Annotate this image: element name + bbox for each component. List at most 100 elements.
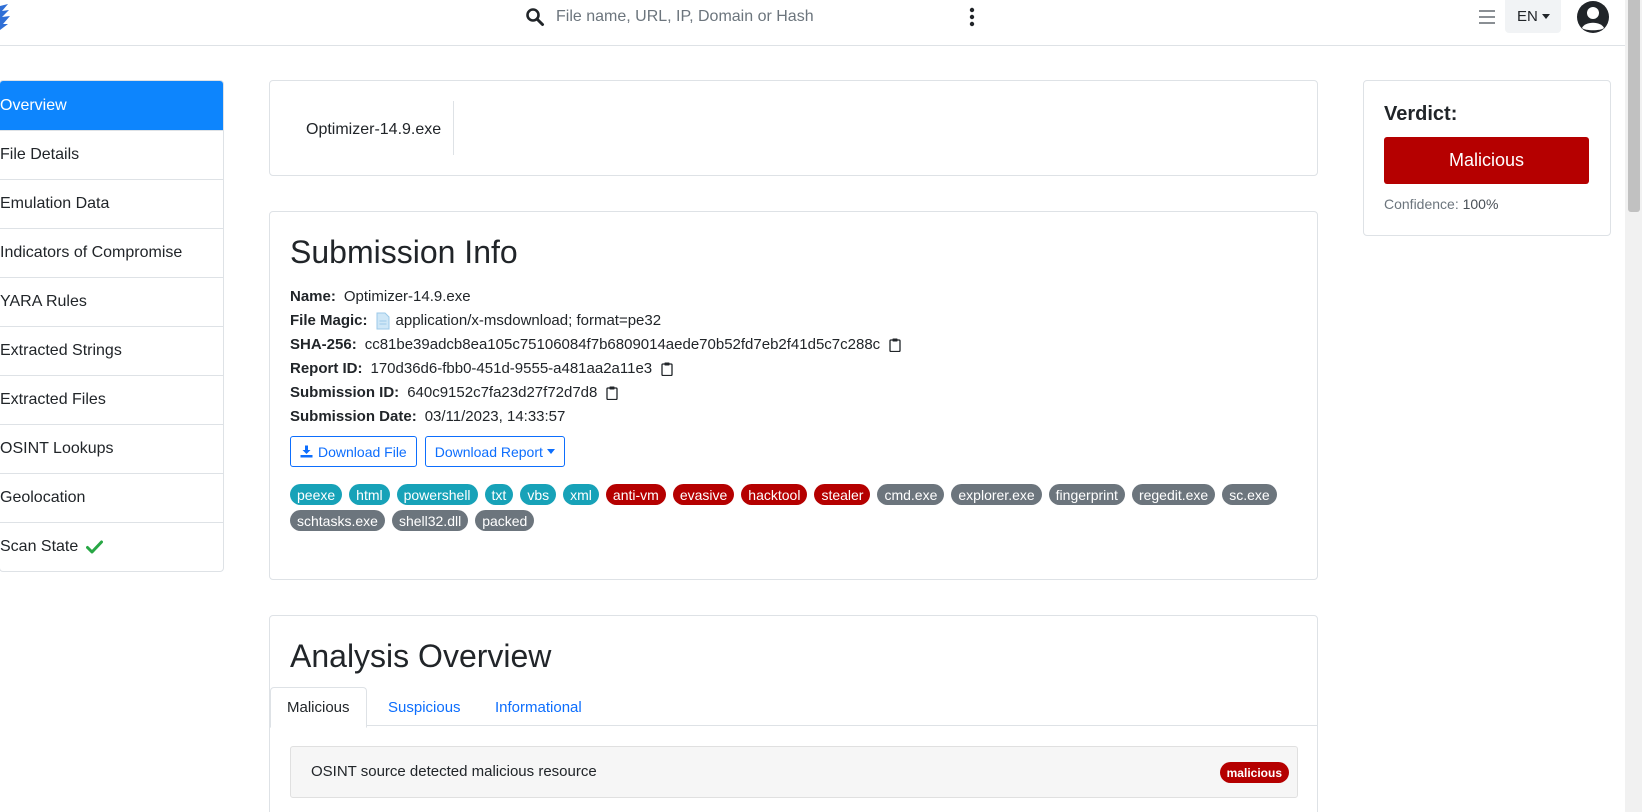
sidebar-item-yara-rules[interactable]: YARA Rules [0,277,223,326]
tag-badge[interactable]: txt [484,484,514,505]
info-key: Submission ID: [290,384,400,401]
top-navbar: EN [0,0,1630,46]
tag-list: peexe html powershell txt vbs xml anti-v… [290,484,1290,531]
download-report-dropdown[interactable]: Download Report [424,436,565,467]
tab-malicious[interactable]: Malicious [270,687,367,728]
info-key: Name: [290,288,336,305]
sidebar-item-label: OSINT Lookups [0,440,114,457]
sidebar-item-extracted-files[interactable]: Extracted Files [0,375,223,424]
sidebar-item-geolocation[interactable]: Geolocation [0,473,223,522]
copy-clipboard-icon[interactable] [606,386,619,400]
tag-badge[interactable]: xml [563,484,599,505]
tag-badge[interactable]: peexe [290,484,343,505]
search-icon[interactable] [525,7,545,27]
info-value: Optimizer-14.9.exe [343,288,471,305]
download-buttons: Download File Download Report [290,436,565,467]
tag-badge[interactable]: shell32.dll [391,510,469,531]
analysis-overview-card: Analysis Overview Malicious Suspicious I… [269,615,1318,812]
sidebar-item-emulation-data[interactable]: Emulation Data [0,179,223,228]
tag-badge[interactable]: sc.exe [1222,484,1277,505]
tag-badge[interactable]: hacktool [741,484,808,505]
verdict-heading: Verdict: [1384,103,1458,125]
info-row-sha256: SHA-256: cc81be39adcb8ea105c75106084f7b6… [290,333,901,357]
list-menu-icon[interactable] [1477,8,1497,26]
sidebar-item-label: Scan State [0,538,79,555]
sidebar-item-overview[interactable]: Overview [0,81,223,130]
language-label: EN [1517,8,1538,25]
info-row-file-magic: File Magic: application/x-msdownload; fo… [290,309,901,333]
sidebar-item-label: Emulation Data [0,195,110,212]
info-value: 03/11/2023, 14:33:57 [424,408,566,425]
more-options-icon[interactable] [966,6,978,28]
info-value: cc81be39adcb8ea105c75106084f7b6809014aed… [364,336,881,353]
sidebar-item-label: Overview [0,96,67,114]
info-row-report-id: Report ID: 170d36d6-fbb0-451d-9555-a481a… [290,357,901,381]
tag-badge[interactable]: cmd.exe [877,484,945,505]
info-value: application/x-msdownload; format=pe32 [395,312,662,329]
tag-badge[interactable]: powershell [396,484,478,505]
finding-text: OSINT source detected malicious resource [311,763,597,780]
confidence-text: Confidence: 100% [1384,196,1498,212]
tag-badge[interactable]: schtasks.exe [290,510,385,531]
chevron-down-icon [546,449,555,454]
sidebar-item-indicators[interactable]: Indicators of Compromise [0,228,223,277]
user-avatar-icon[interactable] [1576,0,1610,34]
file-name-card: Optimizer-14.9.exe [269,80,1318,176]
tag-badge[interactable]: vbs [520,484,557,505]
sidebar-item-file-details[interactable]: File Details [0,130,223,179]
tag-badge[interactable]: evasive [672,484,735,505]
language-dropdown[interactable]: EN [1505,0,1561,33]
logo-icon[interactable] [0,2,12,32]
checkmark-icon [86,540,104,554]
tag-badge[interactable]: anti-vm [605,484,666,505]
tag-badge[interactable]: stealer [814,484,871,505]
info-key: File Magic: [290,312,368,329]
sidebar-item-extracted-strings[interactable]: Extracted Strings [0,326,223,375]
scrollbar-thumb[interactable] [1628,0,1640,212]
sidebar-item-label: Indicators of Compromise [0,244,183,261]
info-value: 170d36d6-fbb0-451d-9555-a481aa2a11e3 [370,360,653,377]
verdict-card: Verdict: Malicious Confidence: 100% [1363,80,1611,236]
tag-badge[interactable]: regedit.exe [1131,484,1216,505]
info-key: SHA-256: [290,336,357,353]
tag-badge[interactable]: fingerprint [1048,484,1125,505]
severity-badge: malicious [1219,762,1289,783]
tag-badge[interactable]: explorer.exe [951,484,1042,505]
confidence-label: Confidence: [1384,196,1459,212]
finding-item[interactable]: OSINT source detected malicious resource… [290,746,1298,798]
sidebar-item-label: Geolocation [0,489,86,506]
info-row-name: Name: Optimizer-14.9.exe [290,285,901,309]
download-file-button[interactable]: Download File [290,436,417,467]
submission-details: Name: Optimizer-14.9.exe File Magic: app… [290,285,901,429]
info-key: Report ID: [290,360,363,377]
sidebar-item-label: File Details [0,146,80,163]
file-name: Optimizer-14.9.exe [306,121,442,138]
sidebar-item-label: Extracted Files [0,391,106,408]
info-row-submission-id: Submission ID: 640c9152c7fa23d27f72d7d8 [290,381,901,405]
section-title: Analysis Overview [290,638,552,674]
verdict-badge: Malicious [1384,137,1589,184]
divider [453,101,454,155]
tab-suspicious[interactable]: Suspicious [372,687,477,728]
tag-badge[interactable]: packed [475,510,535,531]
section-title: Submission Info [290,234,518,270]
copy-clipboard-icon[interactable] [661,362,673,376]
file-icon [376,312,390,330]
copy-clipboard-icon[interactable] [889,338,901,352]
download-icon [300,445,313,458]
submission-info-card: Submission Info Name: Optimizer-14.9.exe… [269,211,1318,580]
analysis-tabs: Malicious Suspicious Informational [270,687,1317,728]
sidebar-item-scan-state[interactable]: Scan State [0,522,223,571]
sidebar-item-label: YARA Rules [0,293,87,310]
confidence-value: 100% [1462,196,1499,212]
sidebar-nav: Overview File Details Emulation Data Ind… [0,80,224,572]
search-input[interactable] [556,4,936,30]
info-key: Submission Date: [290,408,417,425]
tag-badge[interactable]: html [349,484,390,505]
download-report-label: Download Report [434,443,543,460]
info-value: 640c9152c7fa23d27f72d7d8 [407,384,598,401]
tab-informational[interactable]: Informational [479,687,598,728]
sidebar-item-label: Extracted Strings [0,342,122,359]
chevron-down-icon [1541,14,1550,19]
sidebar-item-osint-lookups[interactable]: OSINT Lookups [0,424,223,473]
